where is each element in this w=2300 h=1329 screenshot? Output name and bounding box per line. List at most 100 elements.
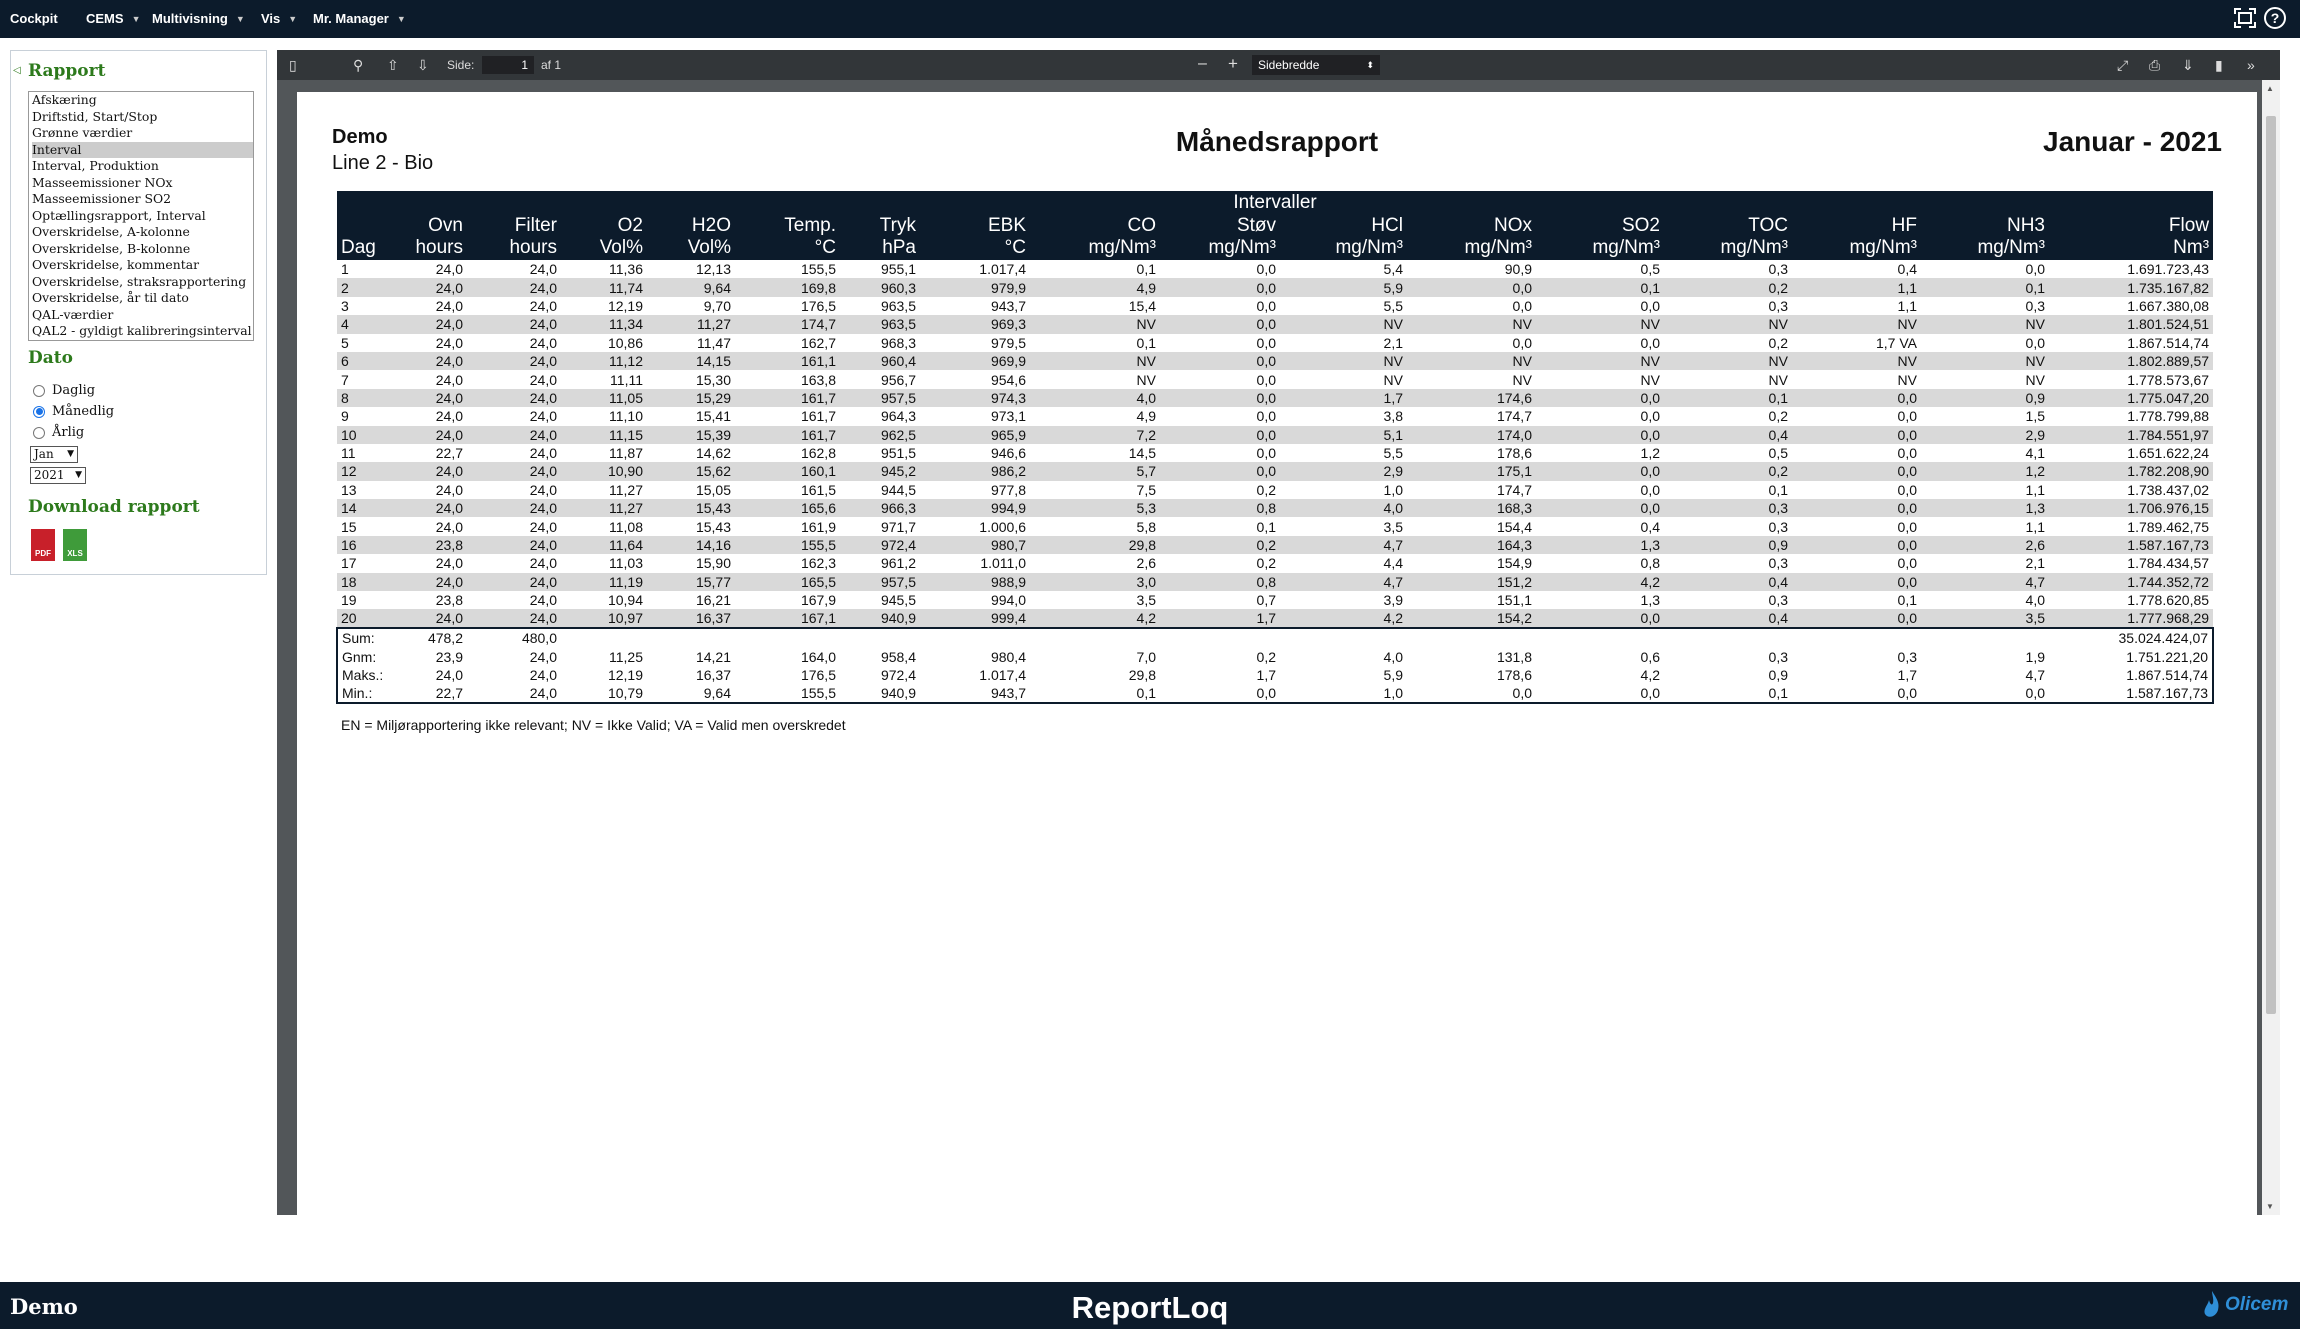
scrollbar[interactable]: ▲ ▼ xyxy=(2262,80,2280,1215)
report-list-item[interactable]: Overskridelse, år til dato xyxy=(32,290,253,307)
table-cell: 944,5 xyxy=(880,481,916,498)
menu-cems[interactable]: CEMS ▼ xyxy=(86,11,140,26)
table-cell: 155,5 xyxy=(800,261,836,278)
report-list-item[interactable]: Overskridelse, kommentar xyxy=(32,257,253,274)
report-list-item[interactable]: Masseemissioner SO2 xyxy=(32,191,253,208)
radio-circle[interactable] xyxy=(33,426,45,439)
report-sidebar: ◁ Rapport Afskæring Driftstid, Start/Stop… xyxy=(10,50,267,575)
table-cell: 24,0 xyxy=(395,351,467,371)
table-cell: 0,4 xyxy=(1897,261,1917,278)
scroll-thumb[interactable] xyxy=(2266,116,2276,1014)
table-cell: 973,1 xyxy=(990,408,1026,425)
menu-user[interactable]: Mr. Manager ▼ xyxy=(313,11,406,26)
collapse-arrow-icon[interactable]: ◁ xyxy=(13,65,21,76)
report-list-item[interactable]: Masseemissioner NOx xyxy=(32,175,253,192)
table-cell: 1.784.551,97 xyxy=(2049,425,2214,444)
page-count: af 1 xyxy=(541,58,562,72)
report-list-item[interactable]: Overskridelse, A-kolonne xyxy=(32,224,253,241)
help-icon[interactable]: ? xyxy=(2264,7,2286,29)
zoom-out-button[interactable]: – xyxy=(1198,55,1207,73)
next-page-icon[interactable]: ⇩ xyxy=(417,57,429,74)
table-cell: 17 xyxy=(341,555,357,572)
table-cell: 0,0 xyxy=(1897,555,1917,572)
report-list-item[interactable]: QAL2 - gyldigt kalibreringsinterval xyxy=(32,323,253,340)
radio-arlig[interactable]: Årlig xyxy=(33,425,84,440)
summary-cell xyxy=(647,627,735,648)
table-cell: 24,0 xyxy=(435,518,463,535)
table-cell: 4,0 xyxy=(1030,388,1160,408)
more-tools-icon[interactable]: » xyxy=(2247,57,2255,73)
table-cell: 15,39 xyxy=(647,425,735,444)
zoom-select[interactable]: Sidebredde ⬍ xyxy=(1252,55,1380,75)
report-list-item[interactable]: Interval, Produktion xyxy=(32,158,253,175)
radio-circle[interactable] xyxy=(33,384,45,397)
menu-multivisning[interactable]: Multivisning ▼ xyxy=(152,11,245,26)
table-cell: 4,2 xyxy=(1030,609,1160,629)
table-cell: 940,9 xyxy=(840,609,920,629)
table-cell: 980,7 xyxy=(920,535,1030,555)
table-cell: 0,0 xyxy=(1160,388,1280,408)
page-number-input[interactable]: 1 xyxy=(482,56,534,74)
table-cell: 1.801.524,51 xyxy=(2049,315,2214,334)
table-cell: 963,5 xyxy=(840,315,920,334)
table-cell: 0,1 xyxy=(1536,278,1664,297)
table-cell: 945,2 xyxy=(840,462,920,481)
summary-cell: 1.867.514,74 xyxy=(2049,665,2215,685)
table-cell: 0,4 xyxy=(1640,518,1660,535)
table-cell: 3,5 xyxy=(1136,592,1156,609)
bookmark-icon[interactable]: ▮ xyxy=(2215,57,2223,74)
zoom-in-button[interactable]: + xyxy=(1228,54,1238,74)
table-cell: 0,3 xyxy=(1768,261,1788,278)
menu-cockpit[interactable]: Cockpit xyxy=(10,11,58,26)
radio-manedlig[interactable]: Månedlig xyxy=(33,404,114,419)
summary-cell: 0,0 xyxy=(1536,684,1664,705)
table-cell: 0,0 xyxy=(1160,278,1280,297)
table-cell: 2,6 xyxy=(1921,535,2049,555)
search-icon[interactable]: ⚲ xyxy=(353,57,363,74)
report-list-item[interactable]: Overskridelse, straksrapportering xyxy=(32,274,253,291)
table-cell: 161,7 xyxy=(800,408,836,425)
table-cell: 167,9 xyxy=(800,592,836,609)
presentation-icon[interactable]: ⤢ xyxy=(2117,57,2128,74)
table-cell: 1.777.968,29 xyxy=(2049,609,2214,629)
report-list-item[interactable]: Afskæring xyxy=(32,92,253,109)
summary-cell: 155,5 xyxy=(735,684,840,705)
report-list-item[interactable]: Interval xyxy=(32,141,253,158)
scroll-up-icon[interactable]: ▲ xyxy=(2266,84,2274,93)
chevron-down-icon: ▼ xyxy=(396,13,406,24)
table-cell: 0,3 xyxy=(1768,592,1788,609)
report-list-item[interactable]: Optællingsrapport, Interval xyxy=(32,208,253,225)
table-cell: 24,0 xyxy=(529,334,557,351)
radio-daglig[interactable]: Daglig xyxy=(33,383,95,398)
table-cell: NV xyxy=(1280,351,1407,371)
report-list[interactable]: Afskæring Driftstid, Start/Stop Grønne vær… xyxy=(28,91,254,341)
table-cell: 1,7 xyxy=(1280,388,1407,408)
summary-row: Gnm: 23,9 24,0 11,25 14,21 164,0 958,4 980,4 7,0… xyxy=(336,647,2215,666)
scroll-down-icon[interactable]: ▼ xyxy=(2266,1202,2274,1211)
sidebar-toggle-icon[interactable]: ▯ xyxy=(289,57,297,74)
table-cell: 1.778.620,85 xyxy=(2127,592,2210,609)
report-list-item[interactable]: Grønne værdier xyxy=(32,125,253,142)
table-cell: 2,9 xyxy=(1280,462,1407,481)
summary-cell: 980,4 xyxy=(920,647,1030,666)
radio-circle-selected[interactable] xyxy=(33,405,45,418)
fullscreen-icon[interactable] xyxy=(2234,8,2256,28)
print-icon[interactable]: ⎙ xyxy=(2149,57,2160,74)
table-cell: 11,47 xyxy=(697,334,731,351)
prev-page-icon[interactable]: ⇧ xyxy=(387,57,399,74)
menu-vis[interactable]: Vis ▼ xyxy=(261,11,297,26)
table-cell: 11,27 xyxy=(647,315,735,334)
table-cell: 162,3 xyxy=(800,555,836,572)
download-icon[interactable]: ⇓ xyxy=(2182,57,2194,74)
year-select[interactable]: 2021 ▼ xyxy=(30,467,86,484)
col-header-unit: Vol% xyxy=(561,237,647,260)
report-list-item[interactable]: QAL-værdier xyxy=(32,307,253,324)
table-cell: 1,1 xyxy=(2025,518,2045,535)
xls-download-icon[interactable]: XLS xyxy=(63,529,87,561)
col-header-name: Temp. xyxy=(735,214,840,237)
pdf-download-icon[interactable]: PDF xyxy=(31,529,55,561)
month-select[interactable]: Jan ▼ xyxy=(30,446,78,463)
report-list-item[interactable]: Overskridelse, B-kolonne xyxy=(32,241,253,258)
report-list-item[interactable]: Driftstid, Start/Stop xyxy=(32,109,253,126)
table-cell: 0,3 xyxy=(1768,297,1788,314)
